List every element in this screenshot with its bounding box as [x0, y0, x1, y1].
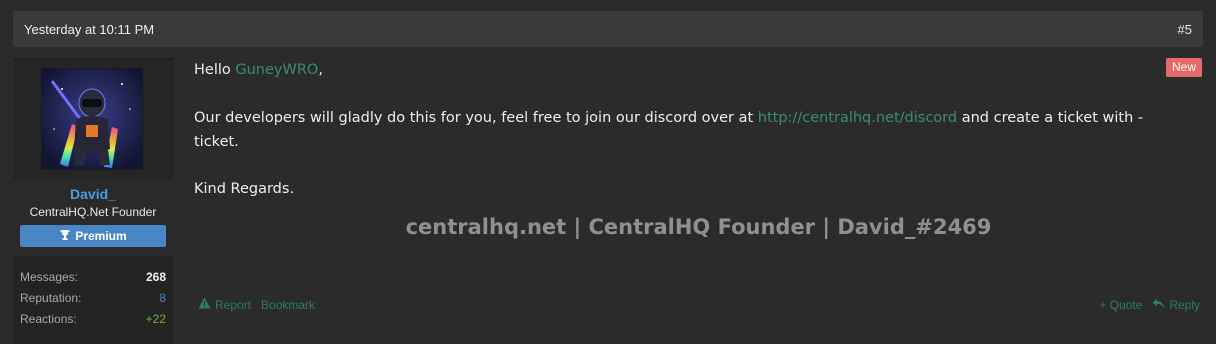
report-button[interactable]: Report — [198, 293, 251, 317]
stat-value: 8 — [159, 290, 166, 305]
user-stats: Messages: 268 Reputation: 8 Reactions: +… — [13, 256, 173, 344]
bookmark-button[interactable]: Bookmark — [261, 293, 315, 317]
avatar[interactable] — [41, 68, 143, 170]
stat-reactions: Reactions: +22 — [20, 308, 166, 329]
body-text-end: and create a ticket with - — [957, 110, 1144, 126]
trophy-icon — [59, 229, 71, 244]
greeting-text: Hello — [194, 62, 236, 78]
post: Yesterday at 10:11 PM #5 David_ CentralH… — [13, 11, 1203, 344]
post-number[interactable]: #5 — [1178, 22, 1192, 37]
post-content: New Hello GuneyWRO, Our developers will … — [194, 58, 1203, 344]
stat-value[interactable]: 268 — [146, 270, 166, 284]
username[interactable]: David_ — [13, 186, 173, 202]
premium-badge-label: Premium — [75, 229, 127, 243]
stat-label: Reactions: — [20, 311, 77, 326]
quote-label: + Quote — [1099, 298, 1143, 312]
body-text-cont: ticket. — [194, 134, 239, 150]
greeting-end: , — [318, 62, 323, 78]
reply-button[interactable]: Reply — [1152, 293, 1200, 317]
post-actions-right: + Quote Reply — [1099, 293, 1200, 317]
user-cell: David_ CentralHQ.Net Founder Premium Mes… — [13, 58, 173, 344]
body-text: Our developers will gladly do this for y… — [194, 110, 758, 126]
post-timestamp[interactable]: Yesterday at 10:11 PM — [24, 22, 154, 37]
stat-label: Messages: — [20, 269, 79, 284]
stat-value: +22 — [145, 311, 166, 326]
avatar-image — [42, 69, 142, 169]
user-title: CentralHQ.Net Founder — [29, 205, 157, 219]
stat-reputation: Reputation: 8 — [20, 287, 166, 308]
stat-messages: Messages: 268 — [20, 266, 166, 287]
discord-link[interactable]: http://centralhq.net/discord — [758, 110, 957, 126]
reply-icon — [1152, 293, 1165, 317]
post-actions-left: Report Bookmark — [198, 293, 315, 317]
signature: centralhq.net | CentralHQ Founder | Davi… — [405, 215, 992, 239]
message-body: Our developers will gladly do this for y… — [194, 106, 1203, 154]
reply-label: Reply — [1169, 298, 1200, 312]
warning-icon — [198, 293, 211, 317]
report-label: Report — [215, 298, 252, 312]
avatar-area — [13, 58, 173, 180]
new-badge: New — [1165, 58, 1202, 77]
stat-label: Reputation: — [20, 290, 82, 305]
user-mention-link[interactable]: GuneyWRO — [235, 62, 318, 78]
premium-badge: Premium — [20, 225, 166, 247]
bookmark-label: Bookmark — [261, 298, 316, 312]
quote-button[interactable]: + Quote — [1099, 293, 1142, 317]
post-header: Yesterday at 10:11 PM #5 — [13, 11, 1203, 47]
message-greeting: Hello GuneyWRO, — [194, 58, 323, 82]
message-closing: Kind Regards. — [194, 181, 295, 197]
